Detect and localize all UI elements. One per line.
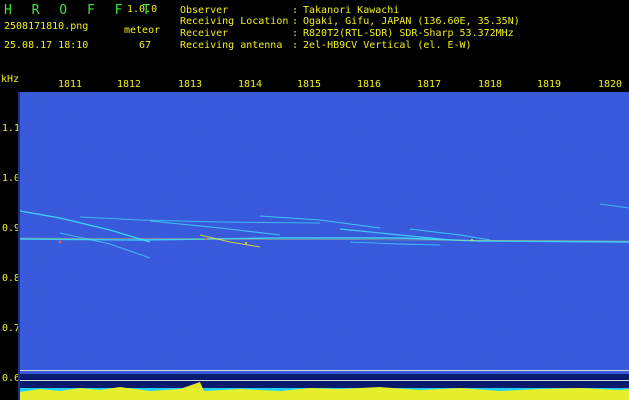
noise-texture: [20, 92, 629, 374]
detector-label: meteor: [124, 25, 161, 36]
location-label: Receiving Location: [180, 16, 289, 27]
time-label-1813: 1813: [177, 79, 203, 90]
receiver-colon: :: [292, 28, 299, 39]
receiver-label: Receiver: [180, 28, 229, 39]
time-label-1819: 1819: [536, 79, 562, 90]
threshold-line-lower: [20, 380, 629, 381]
location-value: Ogaki, Gifu, JAPAN (136.60E, 35.35N): [303, 16, 520, 27]
time-label-1811: 1811: [57, 79, 83, 90]
app-version: 1.0.0: [127, 4, 158, 15]
time-label-1817: 1817: [416, 79, 442, 90]
frequency-unit-label: kHz: [1, 74, 20, 85]
time-label-1814: 1814: [237, 79, 263, 90]
time-label-1815: 1815: [296, 79, 322, 90]
antenna-value: 2el-HB9CV Vertical (el. E-W): [303, 40, 472, 51]
observer-value: Takanori Kawachi: [303, 5, 400, 16]
observer-label: Observer: [180, 5, 229, 16]
receiver-value: R820T2(RTL-SDR) SDR-Sharp 53.372MHz: [303, 28, 514, 39]
time-label-1816: 1816: [356, 79, 382, 90]
meteor-count: 67: [139, 40, 152, 51]
signal-fleck: [245, 242, 247, 244]
image-filename: 2508171810.png: [4, 21, 89, 32]
observer-colon: :: [292, 5, 299, 16]
capture-datetime: 25.08.17 18:10: [4, 40, 89, 51]
signal-fleck: [471, 239, 473, 241]
antenna-colon: :: [292, 40, 299, 51]
hrofft-spectrogram-view: H R O F F T 1.0.0 2508171810.png meteor …: [0, 0, 629, 400]
threshold-line-upper: [20, 370, 629, 371]
time-label-1812: 1812: [116, 79, 142, 90]
signal-fleck: [205, 238, 207, 240]
signal-fleck: [58, 240, 62, 244]
antenna-label: Receiving antenna: [180, 40, 283, 51]
time-label-1820: 1820: [597, 79, 623, 90]
spectrogram-plot: [20, 92, 629, 400]
location-colon: :: [292, 16, 299, 27]
time-label-1818: 1818: [477, 79, 503, 90]
